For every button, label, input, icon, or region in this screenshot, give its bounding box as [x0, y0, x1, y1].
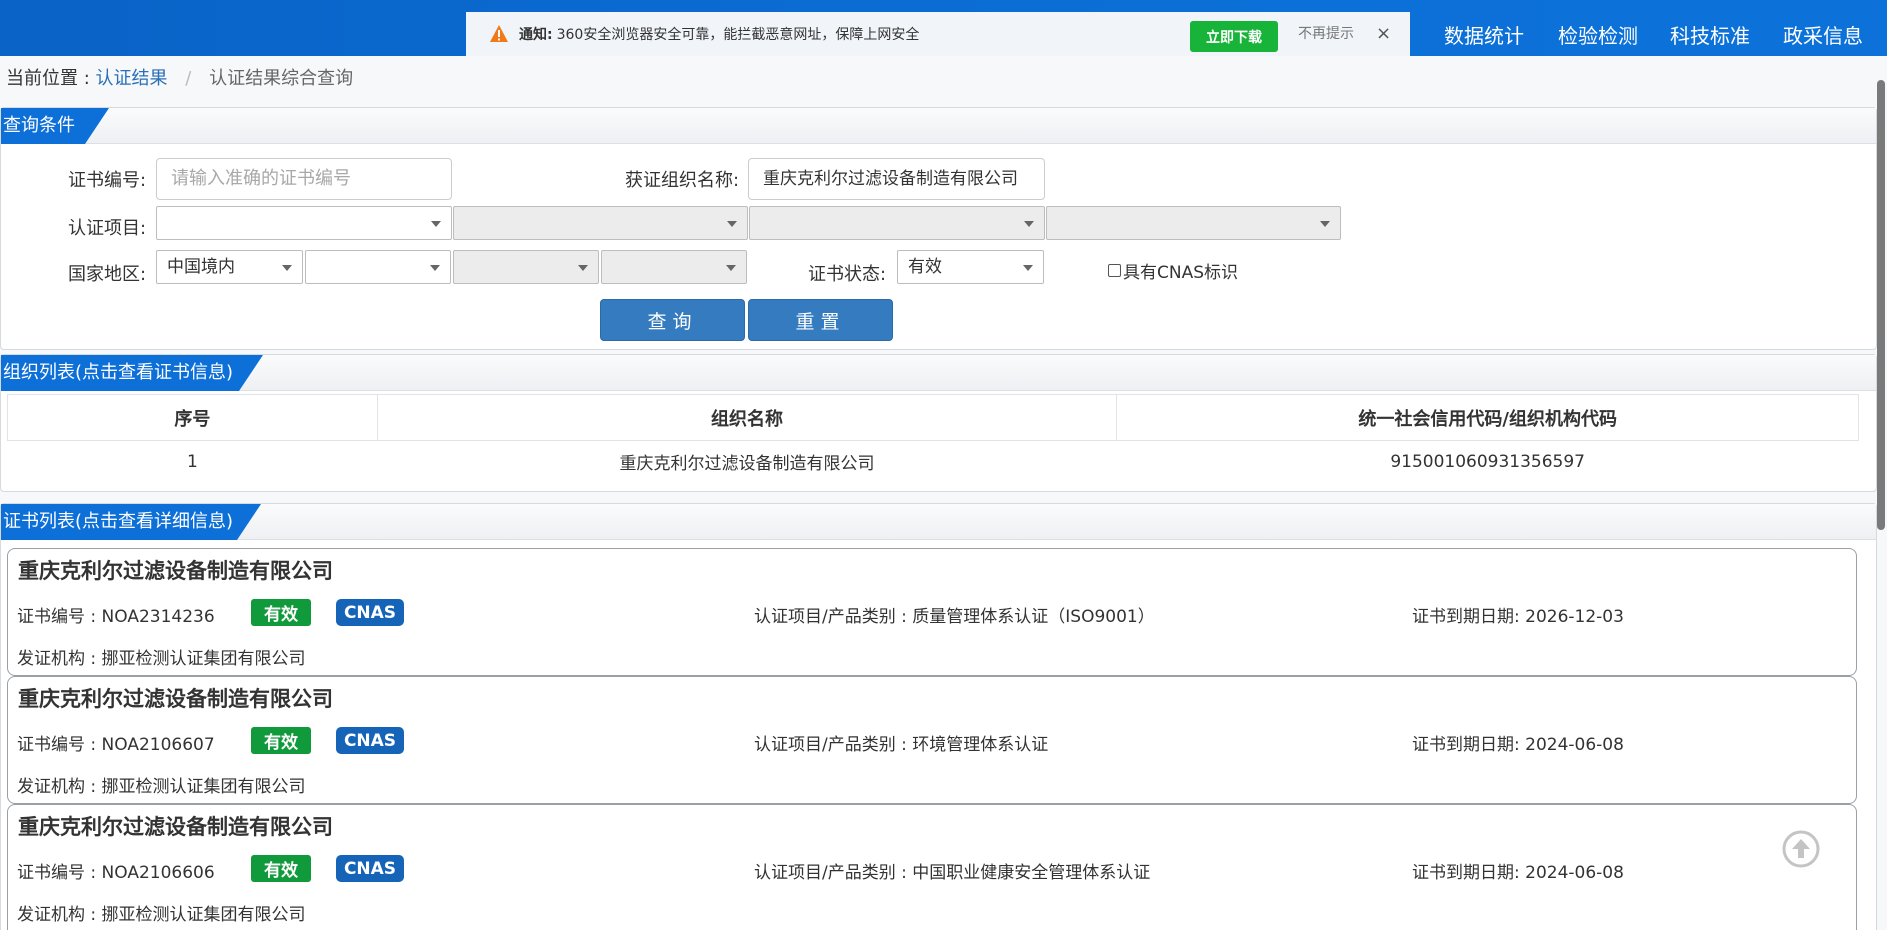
cert-expiry: 证书到期日期: 2026-12-03 [1412, 607, 1624, 627]
cert-org-name: 重庆克利尔过滤设备制造有限公司 [18, 559, 333, 583]
query-panel-title: 查询条件 [1, 108, 109, 144]
scroll-to-top-icon[interactable] [1781, 829, 1821, 869]
project-label: 认证项目: [68, 218, 147, 239]
cert-org-name: 重庆克利尔过滤设备制造有限公司 [18, 687, 333, 711]
notice-text: 360安全浏览器安全可靠，能拦截恶意网址，保障上网安全 [556, 27, 920, 43]
status-select-value: 有效 [908, 257, 942, 277]
status-label: 证书状态: [808, 264, 887, 285]
cert-issuer: 发证机构 : 挪亚检测认证集团有限公司 [17, 905, 306, 925]
column-header-index: 序号 [7, 394, 378, 441]
cnas-badge: CNAS [336, 855, 404, 882]
org-list-panel-header: 组织列表(点击查看证书信息) [1, 355, 1876, 391]
checkbox-box[interactable] [1108, 264, 1121, 277]
chevron-down-icon [282, 265, 292, 271]
cert-number: 证书编号 : NOA2106607 [17, 735, 215, 755]
org-name-input[interactable]: 重庆克利尔过滤设备制造有限公司 [748, 158, 1045, 200]
nav-item-procurement[interactable]: 政采信息 [1783, 20, 1863, 49]
row-index: 1 [186, 451, 198, 472]
cert-number: 证书编号 : NOA2106606 [17, 863, 215, 883]
region-select-3[interactable] [453, 250, 599, 284]
row-org-name[interactable]: 重庆克利尔过滤设备制造有限公司 [377, 441, 1117, 483]
download-button[interactable]: 立即下载 [1190, 21, 1278, 52]
column-header-credit-code: 统一社会信用代码/组织机构代码 [1116, 394, 1859, 441]
query-panel: 查询条件 证书编号: 请输入准确的证书编号 获证组织名称: 重庆克利尔过滤设备制… [0, 107, 1877, 350]
notice-title: 通知: [519, 27, 553, 43]
breadcrumb-link-results[interactable]: 认证结果 [96, 68, 168, 89]
breadcrumb-current: 认证结果综合查询 [209, 68, 354, 89]
cert-issuer: 发证机构 : 挪亚检测认证集团有限公司 [17, 777, 306, 797]
query-panel-header: 查询条件 [1, 108, 1876, 144]
project-select-2[interactable] [453, 206, 748, 240]
browser-notice-bar: 通知: 360安全浏览器安全可靠，能拦截恶意网址，保障上网安全 立即下载 不再提… [466, 12, 1410, 56]
top-header: 通知: 360安全浏览器安全可靠，能拦截恶意网址，保障上网安全 立即下载 不再提… [0, 0, 1887, 56]
cert-project: 认证项目/产品类别 : 质量管理体系认证（ISO9001） [754, 607, 1155, 627]
nav-item-standards[interactable]: 科技标准 [1670, 20, 1750, 49]
status-badge: 有效 [251, 727, 311, 754]
region-select-2[interactable] [305, 250, 451, 284]
cert-issuer: 发证机构 : 挪亚检测认证集团有限公司 [17, 649, 306, 669]
region-label: 国家地区: [68, 264, 147, 285]
cert-project: 认证项目/产品类别 : 环境管理体系认证 [754, 735, 1049, 755]
chevron-down-icon [1024, 221, 1034, 227]
cert-card[interactable]: 重庆克利尔过滤设备制造有限公司 证书编号 : NOA2314236 有效 CNA… [7, 548, 1857, 676]
cert-no-input[interactable]: 请输入准确的证书编号 [156, 158, 452, 200]
chevron-down-icon [578, 265, 588, 271]
cert-org-name: 重庆克利尔过滤设备制造有限公司 [18, 815, 333, 839]
chevron-down-icon [1023, 265, 1033, 271]
cnas-checkbox-label: 具有CNAS标识 [1123, 263, 1239, 283]
row-credit-code: 915001060931356597 [1390, 451, 1585, 472]
cert-project: 认证项目/产品类别 : 中国职业健康安全管理体系认证 [754, 863, 1151, 883]
cert-list-panel-header: 证书列表(点击查看详细信息) [1, 504, 1876, 540]
cert-card[interactable]: 重庆克利尔过滤设备制造有限公司 证书编号 : NOA2106607 有效 CNA… [7, 676, 1857, 804]
cert-number: 证书编号 : NOA2314236 [17, 607, 215, 627]
reset-button[interactable]: 重置 [748, 299, 893, 341]
chevron-down-icon [431, 221, 441, 227]
nav-item-data-statistics[interactable]: 数据统计 [1444, 20, 1524, 49]
chevron-down-icon [726, 265, 736, 271]
project-select-1[interactable] [156, 206, 452, 240]
status-badge: 有效 [251, 855, 311, 882]
cert-expiry: 证书到期日期: 2024-06-08 [1412, 735, 1624, 755]
org-name-label: 获证组织名称: [625, 170, 740, 191]
org-table-header-row: 序号 组织名称 统一社会信用代码/组织机构代码 [7, 394, 1859, 441]
chevron-down-icon [727, 221, 737, 227]
status-select[interactable]: 有效 [897, 250, 1044, 284]
cert-card[interactable]: 重庆克利尔过滤设备制造有限公司 证书编号 : NOA2106606 有效 CNA… [7, 804, 1857, 930]
breadcrumb-prefix: 当前位置 : [6, 68, 90, 89]
cnas-badge: CNAS [336, 727, 404, 754]
chevron-down-icon [1320, 221, 1330, 227]
breadcrumb: 当前位置 : 认证结果 / 认证结果综合查询 [6, 64, 353, 90]
cert-no-label: 证书编号: [68, 170, 147, 191]
region-select-4[interactable] [601, 250, 747, 284]
table-row[interactable]: 1 重庆克利尔过滤设备制造有限公司 915001060931356597 [8, 441, 1859, 483]
project-select-4[interactable] [1046, 206, 1341, 240]
cnas-badge: CNAS [336, 599, 404, 626]
region-select-1[interactable]: 中国境内 [156, 250, 303, 284]
cnas-checkbox[interactable]: 具有CNAS标识 [1108, 258, 1238, 283]
breadcrumb-separator: / [185, 68, 192, 89]
warning-icon [490, 25, 508, 42]
project-select-3[interactable] [749, 206, 1045, 240]
org-table: 序号 组织名称 统一社会信用代码/组织机构代码 1 重庆克利尔过滤设备制造有限公… [7, 394, 1859, 483]
region-select-value: 中国境内 [167, 257, 235, 277]
org-list-title: 组织列表(点击查看证书信息) [1, 355, 263, 391]
dismiss-notice-link[interactable]: 不再提示 [1298, 12, 1354, 56]
nav-item-inspection[interactable]: 检验检测 [1558, 20, 1638, 49]
status-badge: 有效 [251, 599, 311, 626]
cert-list-title: 证书列表(点击查看详细信息) [1, 504, 261, 540]
close-icon[interactable]: × [1376, 12, 1391, 56]
cert-expiry: 证书到期日期: 2024-06-08 [1412, 863, 1624, 883]
query-button[interactable]: 查询 [600, 299, 745, 341]
chevron-down-icon [430, 265, 440, 271]
page-scrollbar[interactable] [1877, 80, 1885, 530]
column-header-org-name: 组织名称 [376, 394, 1118, 441]
